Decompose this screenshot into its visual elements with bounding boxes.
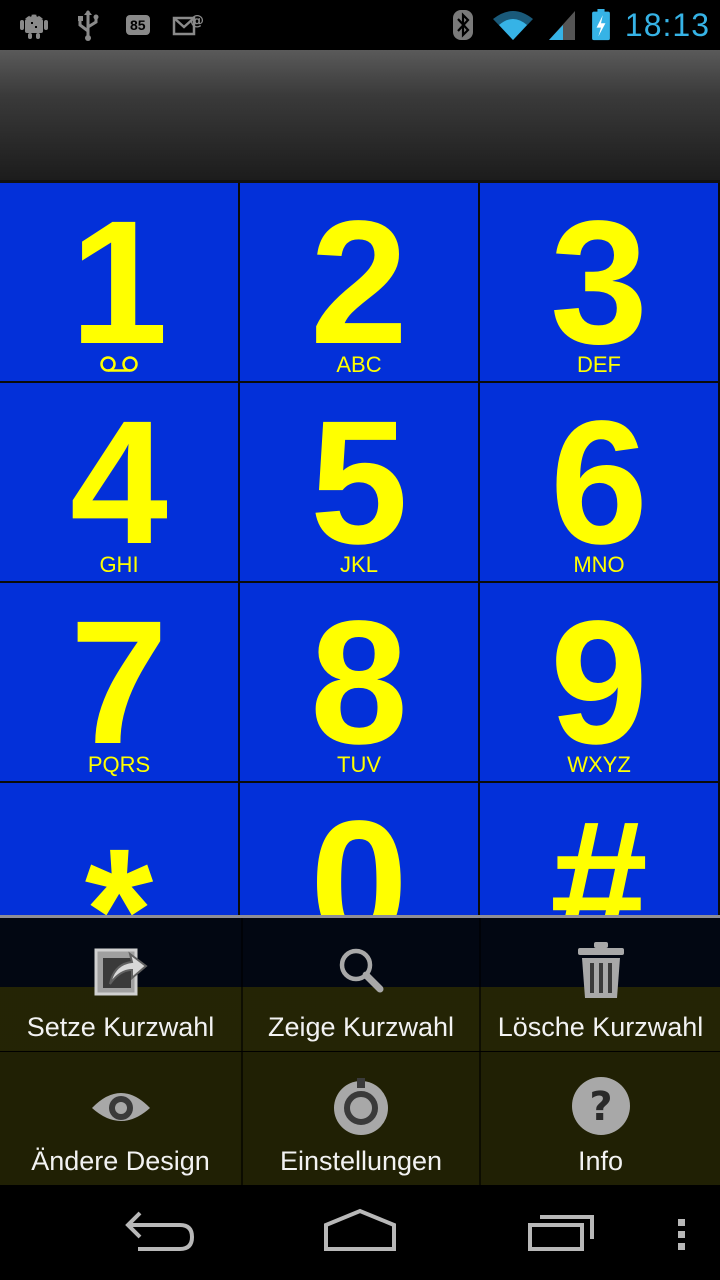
dial-keypad: 1 2 ABC 3 DEF 4 GHI 5 JKL 6 MNO 7 PQRS 8… bbox=[0, 183, 720, 983]
key-5[interactable]: 5 JKL bbox=[240, 383, 480, 583]
set-speed-dial-icon bbox=[94, 948, 148, 996]
key-digit: 6 bbox=[550, 385, 648, 581]
clock: 18:13 bbox=[624, 6, 710, 43]
help-icon: ? bbox=[571, 1077, 630, 1135]
menu-row: Ändere Design Einstellungen ? Info bbox=[0, 1052, 720, 1185]
key-letters: TUV bbox=[337, 752, 381, 777]
menu-item-info[interactable]: ? Info bbox=[479, 1052, 720, 1185]
back-icon[interactable] bbox=[118, 1203, 200, 1263]
key-4[interactable]: 4 GHI bbox=[0, 383, 240, 583]
key-8[interactable]: 8 TUV bbox=[240, 583, 480, 783]
key-digit: 8 bbox=[310, 585, 408, 781]
search-icon bbox=[339, 948, 384, 993]
key-7[interactable]: 7 PQRS bbox=[0, 583, 240, 783]
usb-icon bbox=[78, 10, 99, 41]
key-digit: 5 bbox=[310, 385, 408, 581]
notification-count-badge: 85 bbox=[126, 15, 150, 35]
key-9[interactable]: 9 WXYZ bbox=[480, 583, 720, 783]
key-letters: WXYZ bbox=[567, 752, 631, 777]
options-menu: Setze Kurzwahl Zeige Kurzwahl Lösche Kur… bbox=[0, 915, 720, 1188]
key-6[interactable]: 6 MNO bbox=[480, 383, 720, 583]
bluetooth-icon bbox=[452, 10, 473, 40]
menu-label: Ändere Design bbox=[31, 1146, 210, 1176]
key-digit: 2 bbox=[310, 185, 408, 381]
key-digit: 1 bbox=[70, 185, 168, 381]
email-icon: @ bbox=[172, 13, 204, 36]
settings-icon bbox=[334, 1078, 388, 1135]
key-letters: DEF bbox=[577, 352, 621, 377]
battery-charging-icon bbox=[592, 9, 610, 41]
wifi-icon bbox=[492, 11, 533, 40]
svg-text:@: @ bbox=[190, 13, 204, 29]
menu-label: Lösche Kurzwahl bbox=[497, 1012, 704, 1042]
theme-eye-icon bbox=[91, 1093, 150, 1121]
menu-label: Info bbox=[577, 1146, 624, 1176]
key-digit: 7 bbox=[70, 585, 168, 781]
home-icon[interactable] bbox=[318, 1203, 402, 1263]
svg-text:?: ? bbox=[589, 1084, 612, 1130]
voicemail-icon bbox=[100, 356, 138, 372]
key-2[interactable]: 2 ABC bbox=[240, 183, 480, 383]
status-bar: 85 @ 18:13 bbox=[0, 0, 720, 50]
key-letters: MNO bbox=[573, 552, 625, 577]
menu-label: Zeige Kurzwahl bbox=[267, 1012, 455, 1042]
key-1[interactable]: 1 bbox=[0, 183, 240, 383]
recent-apps-icon[interactable] bbox=[522, 1203, 602, 1263]
menu-label: Einstellungen bbox=[279, 1146, 443, 1176]
dial-display bbox=[0, 50, 720, 183]
key-letters: PQRS bbox=[87, 752, 151, 777]
key-letters: JKL bbox=[340, 552, 378, 577]
menu-item-show-speed-dial[interactable]: Zeige Kurzwahl bbox=[241, 918, 479, 1051]
overflow-menu-icon[interactable] bbox=[672, 1203, 692, 1263]
menu-item-delete-speed-dial[interactable]: Lösche Kurzwahl bbox=[479, 918, 720, 1051]
android-debug-icon bbox=[20, 14, 48, 39]
menu-row: Setze Kurzwahl Zeige Kurzwahl Lösche Kur… bbox=[0, 918, 720, 1051]
key-digit: 4 bbox=[70, 385, 168, 581]
menu-label: Setze Kurzwahl bbox=[26, 1012, 215, 1042]
menu-item-settings[interactable]: Einstellungen bbox=[241, 1052, 479, 1185]
key-3[interactable]: 3 DEF bbox=[480, 183, 720, 383]
key-digit: 9 bbox=[550, 585, 648, 781]
key-letters: ABC bbox=[336, 352, 382, 377]
trash-icon bbox=[577, 942, 624, 998]
menu-item-change-design[interactable]: Ändere Design bbox=[0, 1052, 241, 1185]
signal-icon bbox=[548, 11, 575, 40]
navigation-bar bbox=[0, 1185, 720, 1280]
key-letters: GHI bbox=[99, 552, 139, 577]
key-digit: 3 bbox=[550, 185, 648, 381]
menu-item-set-speed-dial[interactable]: Setze Kurzwahl bbox=[0, 918, 241, 1051]
